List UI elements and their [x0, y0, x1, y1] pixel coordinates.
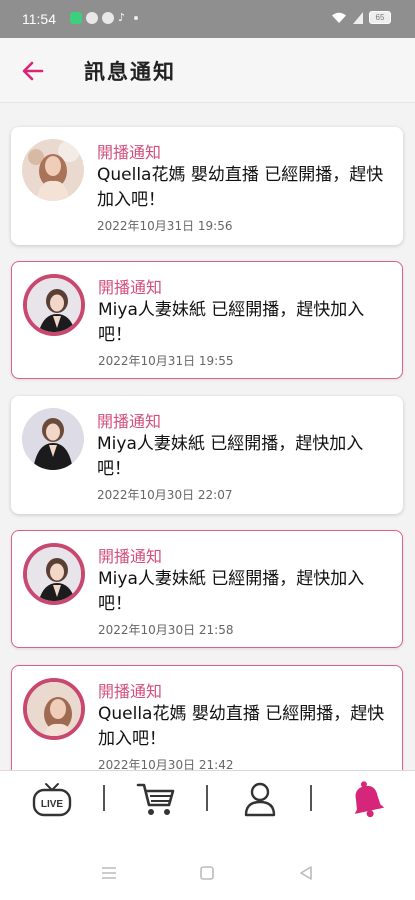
menu-lines-icon	[102, 867, 116, 879]
system-back-button[interactable]	[296, 864, 316, 882]
quella-avatar	[22, 139, 84, 201]
notification-type-label: 開播通知	[98, 547, 163, 566]
notification-card[interactable]: 開播通知 Quella花媽 嬰幼直播 已經開播，趕快加入吧！ 2022年10月3…	[11, 665, 403, 770]
notification-time: 2022年10月31日 19:56	[97, 219, 233, 233]
tiktok-icon: ♪	[118, 11, 126, 24]
more-notifications-dot	[134, 16, 138, 20]
notification-message: Quella花媽 嬰幼直播 已經開播，趕快加入吧！	[97, 165, 384, 210]
status-bar: 11:54 ♪ 65	[0, 0, 415, 38]
nav-divider	[310, 785, 312, 811]
notification-card[interactable]: 開播通知 Miya人妻妹紙 已經開播，趕快加入吧！ 2022年10月30日 21…	[11, 530, 403, 648]
notification-message: Miya人妻妹紙 已經開播，趕快加入吧！	[98, 569, 365, 614]
nav-profile[interactable]	[238, 779, 282, 819]
notification-type-label: 開播通知	[97, 143, 162, 162]
signal-icon	[353, 11, 363, 24]
bottom-nav: LIVE	[0, 770, 415, 829]
page-title: 訊息通知	[84, 60, 176, 84]
notification-type-label: 開播通知	[98, 278, 163, 297]
back-arrow-icon	[22, 61, 44, 81]
back-button[interactable]	[18, 56, 48, 86]
nav-notifications[interactable]	[345, 779, 389, 819]
cart-icon	[136, 783, 175, 815]
battery-indicator: 65	[369, 11, 391, 24]
live-tv-icon: LIVE	[32, 783, 72, 817]
profile-icon	[244, 782, 276, 817]
nav-divider	[103, 785, 105, 811]
notification-message: Miya人妻妹紙 已經開播，趕快加入吧！	[98, 300, 365, 345]
live-tv-label: LIVE	[41, 799, 64, 810]
miya-avatar	[23, 543, 85, 605]
system-nav-bar	[0, 828, 415, 900]
app-header: 訊息通知	[0, 38, 415, 103]
back-triangle-icon	[300, 866, 312, 880]
quella-avatar	[23, 678, 85, 740]
miya-avatar	[23, 274, 85, 336]
wifi-icon	[332, 12, 346, 23]
miya-avatar	[22, 408, 84, 470]
notification-message: Miya人妻妹紙 已經開播，趕快加入吧！	[97, 434, 364, 479]
home-square-icon	[200, 866, 214, 880]
notification-card[interactable]: 開播通知 Miya人妻妹紙 已經開播，趕快加入吧！ 2022年10月30日 22…	[11, 396, 403, 514]
messenger-icon	[102, 12, 114, 24]
status-time: 11:54	[22, 11, 56, 27]
notification-time: 2022年10月30日 21:42	[98, 758, 234, 770]
nav-live[interactable]: LIVE	[30, 779, 74, 819]
notification-time: 2022年10月30日 22:07	[97, 488, 233, 502]
nav-cart[interactable]	[134, 779, 178, 819]
notification-time: 2022年10月31日 19:55	[98, 354, 234, 368]
notification-list[interactable]: 開播通知 Quella花媽 嬰幼直播 已經開播，趕快加入吧！ 2022年10月3…	[0, 103, 415, 770]
bell-icon	[354, 781, 385, 818]
notification-card[interactable]: 開播通知 Miya人妻妹紙 已經開播，趕快加入吧！ 2022年10月31日 19…	[11, 261, 403, 379]
notification-card[interactable]: 開播通知 Quella花媽 嬰幼直播 已經開播，趕快加入吧！ 2022年10月3…	[11, 127, 403, 245]
notification-type-label: 開播通知	[97, 412, 162, 431]
app-notification-icon	[70, 12, 82, 24]
notification-message: Quella花媽 嬰幼直播 已經開播，趕快加入吧！	[98, 704, 385, 749]
notification-type-label: 開播通知	[98, 682, 163, 701]
home-button[interactable]	[197, 864, 217, 882]
nav-divider	[206, 785, 208, 811]
notification-icons: ♪	[70, 12, 138, 24]
facebook-icon	[86, 12, 98, 24]
notification-time: 2022年10月30日 21:58	[98, 623, 234, 637]
recents-button[interactable]	[99, 864, 119, 882]
